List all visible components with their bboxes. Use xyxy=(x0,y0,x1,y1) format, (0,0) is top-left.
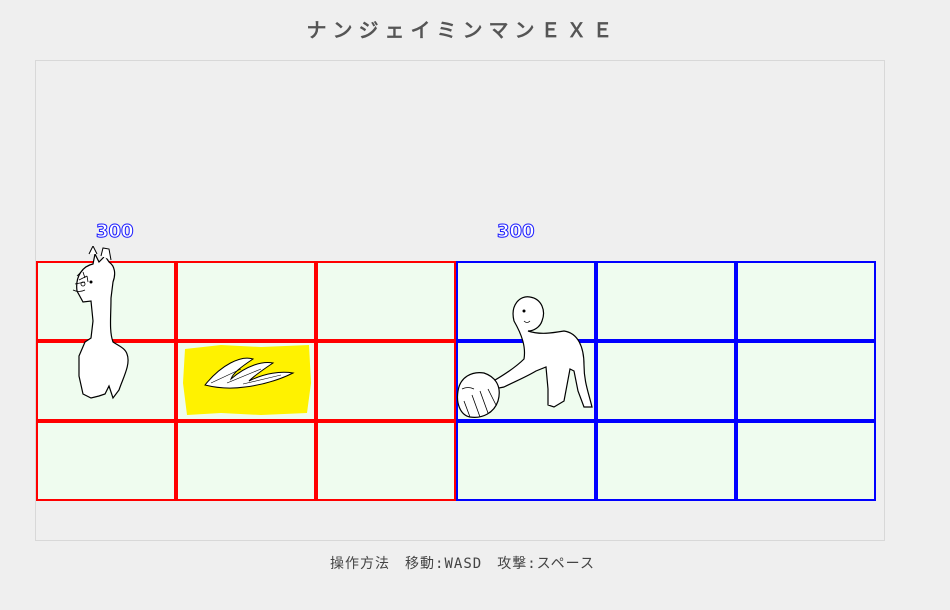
feather-blade-icon xyxy=(183,345,311,415)
enemy-panel-cell xyxy=(596,341,736,421)
enemy-panel-cell xyxy=(596,421,736,501)
player-hp-label: 300 xyxy=(96,221,135,243)
controls-help-text: 操作方法 移動:WASD 攻撃:スペース xyxy=(330,556,595,572)
player-panel-cell xyxy=(316,421,456,501)
game-title: ナンジェイミンマンＥＸＥ xyxy=(306,18,619,42)
enemy-hp-label: 300 xyxy=(497,221,536,243)
enemy-panel-cell xyxy=(736,341,876,421)
alpaca-icon xyxy=(72,246,129,400)
stick-figure-with-shovel-icon xyxy=(456,296,593,418)
enemy-panel-cell xyxy=(736,421,876,501)
enemy-panel-cell xyxy=(456,421,596,501)
game-canvas[interactable]: 300 300 xyxy=(35,60,885,541)
player-panel-cell xyxy=(176,421,316,501)
enemy-panel-cell xyxy=(596,261,736,341)
player-panel-cell xyxy=(36,421,176,501)
player-panel-cell xyxy=(316,261,456,341)
enemy-panel-cell xyxy=(736,261,876,341)
player-panel-cell xyxy=(316,341,456,421)
player-panel-cell xyxy=(176,261,316,341)
